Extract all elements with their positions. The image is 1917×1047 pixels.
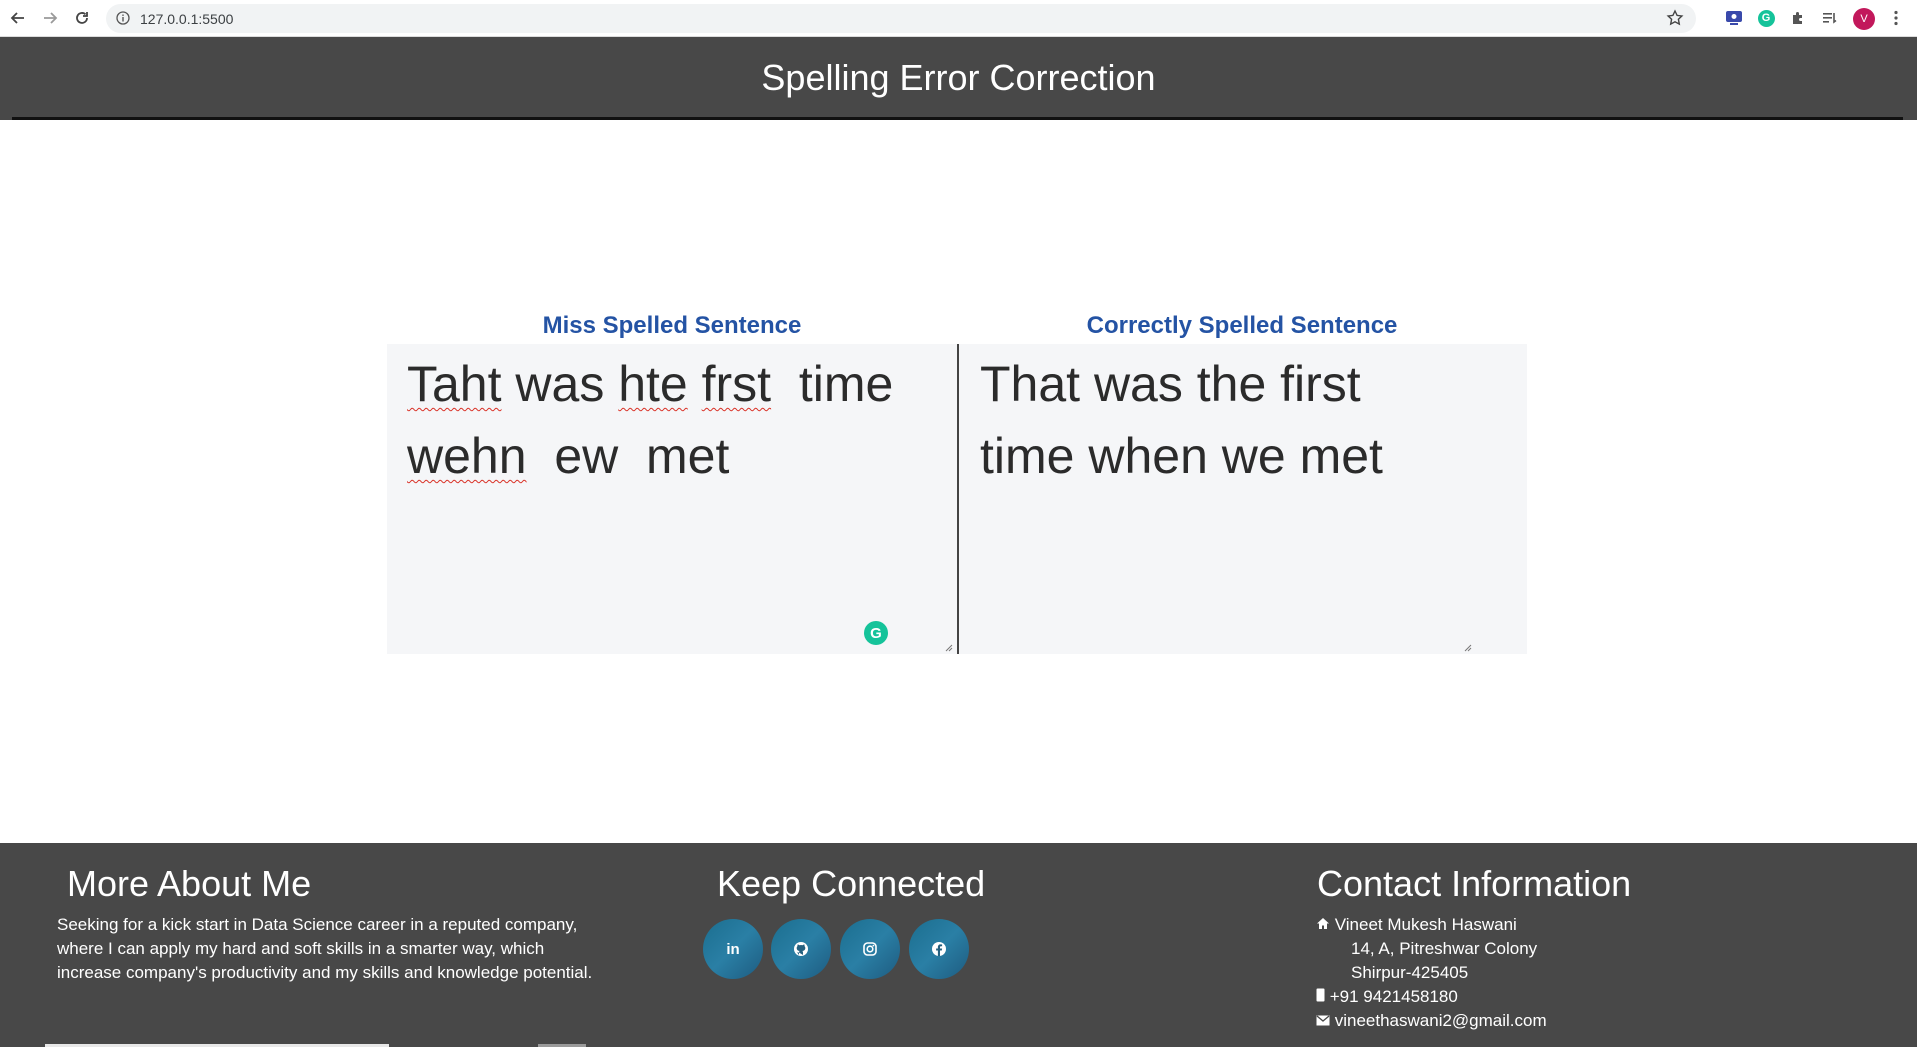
misspelled-label: Miss Spelled Sentence (542, 312, 802, 339)
contact-name: Vineet Mukesh Haswani (1334, 915, 1517, 934)
corrected-textarea[interactable]: That was the first time when we met (957, 344, 1527, 654)
reload-button[interactable] (70, 6, 94, 30)
address-bar[interactable]: 127.0.0.1:5500 (106, 4, 1696, 33)
page-title: Spelling Error Correction (761, 57, 1156, 98)
grammarly-extension-icon[interactable]: G (1756, 8, 1776, 28)
contact-email[interactable]: vineethaswani2@gmail.com (1335, 1011, 1547, 1030)
contact-email-row: vineethaswani2@gmail.com (1316, 1009, 1547, 1033)
text-fragment: was (501, 356, 619, 412)
envelope-icon (1316, 1015, 1330, 1026)
about-text: Seeking for a kick start in Data Science… (57, 915, 593, 982)
resize-handle-icon[interactable] (943, 642, 953, 652)
misspelled-text[interactable]: Taht was hte frst time wehn ew met (407, 348, 937, 492)
url-text[interactable]: 127.0.0.1:5500 (140, 11, 233, 27)
github-icon (794, 942, 808, 956)
back-arrow-icon (10, 12, 24, 24)
contact-phone: +91 9421458180 (1329, 987, 1458, 1006)
resize-handle-icon[interactable] (1462, 642, 1472, 652)
linkedin-icon: in (726, 940, 740, 958)
footer: More About Me Seeking for a kick start i… (0, 843, 1917, 1047)
contact-phone-row: +91 9421458180 (1316, 985, 1458, 1009)
misspelled-word: Taht (407, 356, 502, 412)
profile-avatar[interactable]: V (1853, 8, 1875, 30)
linkedin-link[interactable]: in (703, 919, 763, 979)
back-button[interactable] (6, 6, 30, 30)
site-header: Spelling Error Correction (0, 37, 1917, 120)
contact-name-row: Vineet Mukesh Haswani (1316, 913, 1517, 937)
forward-arrow-icon (44, 12, 58, 24)
facebook-link[interactable] (909, 919, 969, 979)
contact-heading: Contact Information (1317, 863, 1632, 904)
misspelled-textarea[interactable]: Taht was hte frst time wehn ew met (387, 344, 957, 654)
extensions-puzzle-icon[interactable] (1788, 8, 1808, 28)
bookmark-star-icon[interactable] (1666, 9, 1684, 27)
instagram-link[interactable] (840, 919, 900, 979)
reading-list-icon[interactable] (1820, 8, 1840, 28)
about-heading: More About Me (67, 863, 312, 904)
misspelled-word: wehn (407, 428, 527, 484)
screen-capture-extension-icon[interactable] (1724, 8, 1744, 28)
header-divider (12, 117, 1903, 120)
browser-menu-icon[interactable] (1886, 8, 1906, 28)
home-icon (1317, 918, 1329, 929)
corrected-label: Correctly Spelled Sentence (1086, 312, 1398, 339)
facebook-icon (932, 942, 946, 956)
text-fragment (688, 356, 702, 412)
misspelled-word: frst (701, 356, 772, 412)
grammarly-widget-icon[interactable]: G (864, 621, 888, 645)
text-fragment: time (798, 356, 894, 412)
connect-heading: Keep Connected (717, 863, 986, 904)
text-fragment: ew met (526, 428, 730, 484)
browser-toolbar: 127.0.0.1:5500 G V (0, 0, 1917, 37)
github-link[interactable] (771, 919, 831, 979)
corrected-text[interactable]: That was the first time when we met (980, 348, 1507, 492)
misspelled-word: hte (618, 356, 688, 412)
forward-button[interactable] (38, 6, 62, 30)
instagram-icon (863, 942, 877, 956)
contact-address-line2: Shirpur-425405 (1351, 963, 1469, 982)
mobile-phone-icon (1316, 988, 1325, 1002)
reload-icon (76, 12, 88, 24)
contact-address-line1: 14, A, Pitreshwar Colony (1351, 939, 1538, 958)
info-icon[interactable] (116, 11, 130, 25)
